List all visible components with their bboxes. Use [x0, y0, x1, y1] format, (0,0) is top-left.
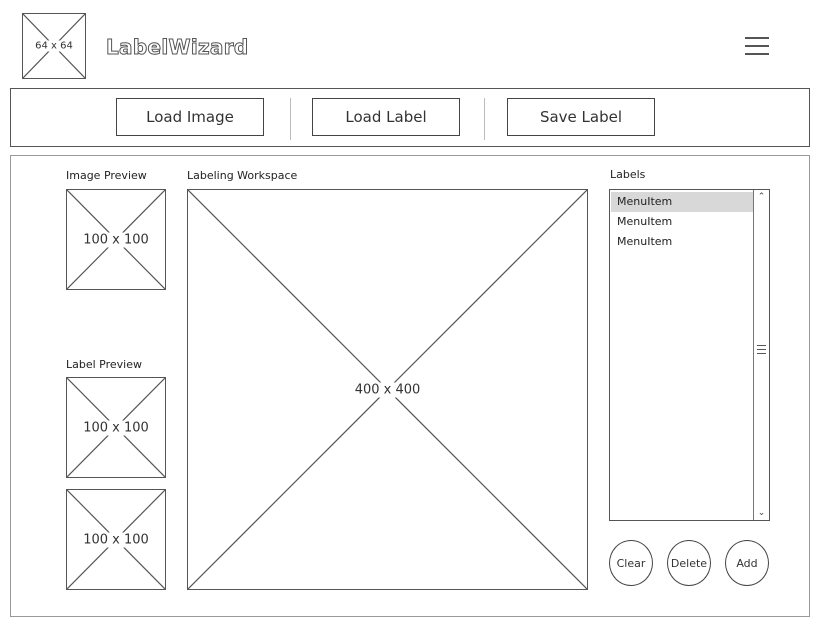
- labels-heading: Labels: [610, 168, 646, 181]
- scroll-down-icon[interactable]: ⌄: [754, 508, 769, 518]
- clear-button[interactable]: Clear: [609, 540, 653, 586]
- labels-scrollbar[interactable]: ⌃ ⌄: [753, 190, 769, 520]
- image-preview-heading: Image Preview: [66, 169, 147, 182]
- delete-button[interactable]: Delete: [667, 540, 711, 586]
- list-item[interactable]: MenuItem: [611, 232, 753, 252]
- workspace-heading: Labeling Workspace: [187, 169, 298, 182]
- save-label-button[interactable]: Save Label: [507, 98, 655, 136]
- toolbar-separator: [484, 98, 485, 140]
- logo-dims-label: 64 x 64: [34, 40, 74, 52]
- scroll-up-icon[interactable]: ⌃: [754, 192, 769, 202]
- labeling-workspace[interactable]: 400 x 400: [187, 189, 588, 590]
- scroll-thumb-grip-icon[interactable]: [757, 345, 766, 354]
- label-preview-dims-1: 100 x 100: [82, 420, 150, 435]
- workspace-dims: 400 x 400: [353, 382, 422, 397]
- label-preview-dims-2: 100 x 100: [82, 532, 150, 547]
- list-item[interactable]: MenuItem: [611, 212, 753, 232]
- load-label-button[interactable]: Load Label: [312, 98, 460, 136]
- label-preview-placeholder-1: 100 x 100: [66, 377, 166, 478]
- app-title: LabelWizard: [106, 35, 249, 60]
- hamburger-menu-icon[interactable]: [745, 37, 769, 63]
- logo-placeholder: 64 x 64: [22, 13, 86, 79]
- list-item[interactable]: MenuItem: [611, 192, 753, 212]
- toolbar-separator: [290, 98, 291, 140]
- label-preview-placeholder-2: 100 x 100: [66, 489, 166, 590]
- label-preview-heading: Label Preview: [66, 358, 142, 371]
- labels-list-items: MenuItem MenuItem MenuItem: [611, 192, 753, 252]
- image-preview-dims: 100 x 100: [82, 232, 150, 247]
- load-image-button[interactable]: Load Image: [116, 98, 264, 136]
- labels-list[interactable]: MenuItem MenuItem MenuItem ⌃ ⌄: [609, 189, 770, 521]
- image-preview-placeholder: 100 x 100: [66, 189, 166, 290]
- add-button[interactable]: Add: [725, 540, 769, 586]
